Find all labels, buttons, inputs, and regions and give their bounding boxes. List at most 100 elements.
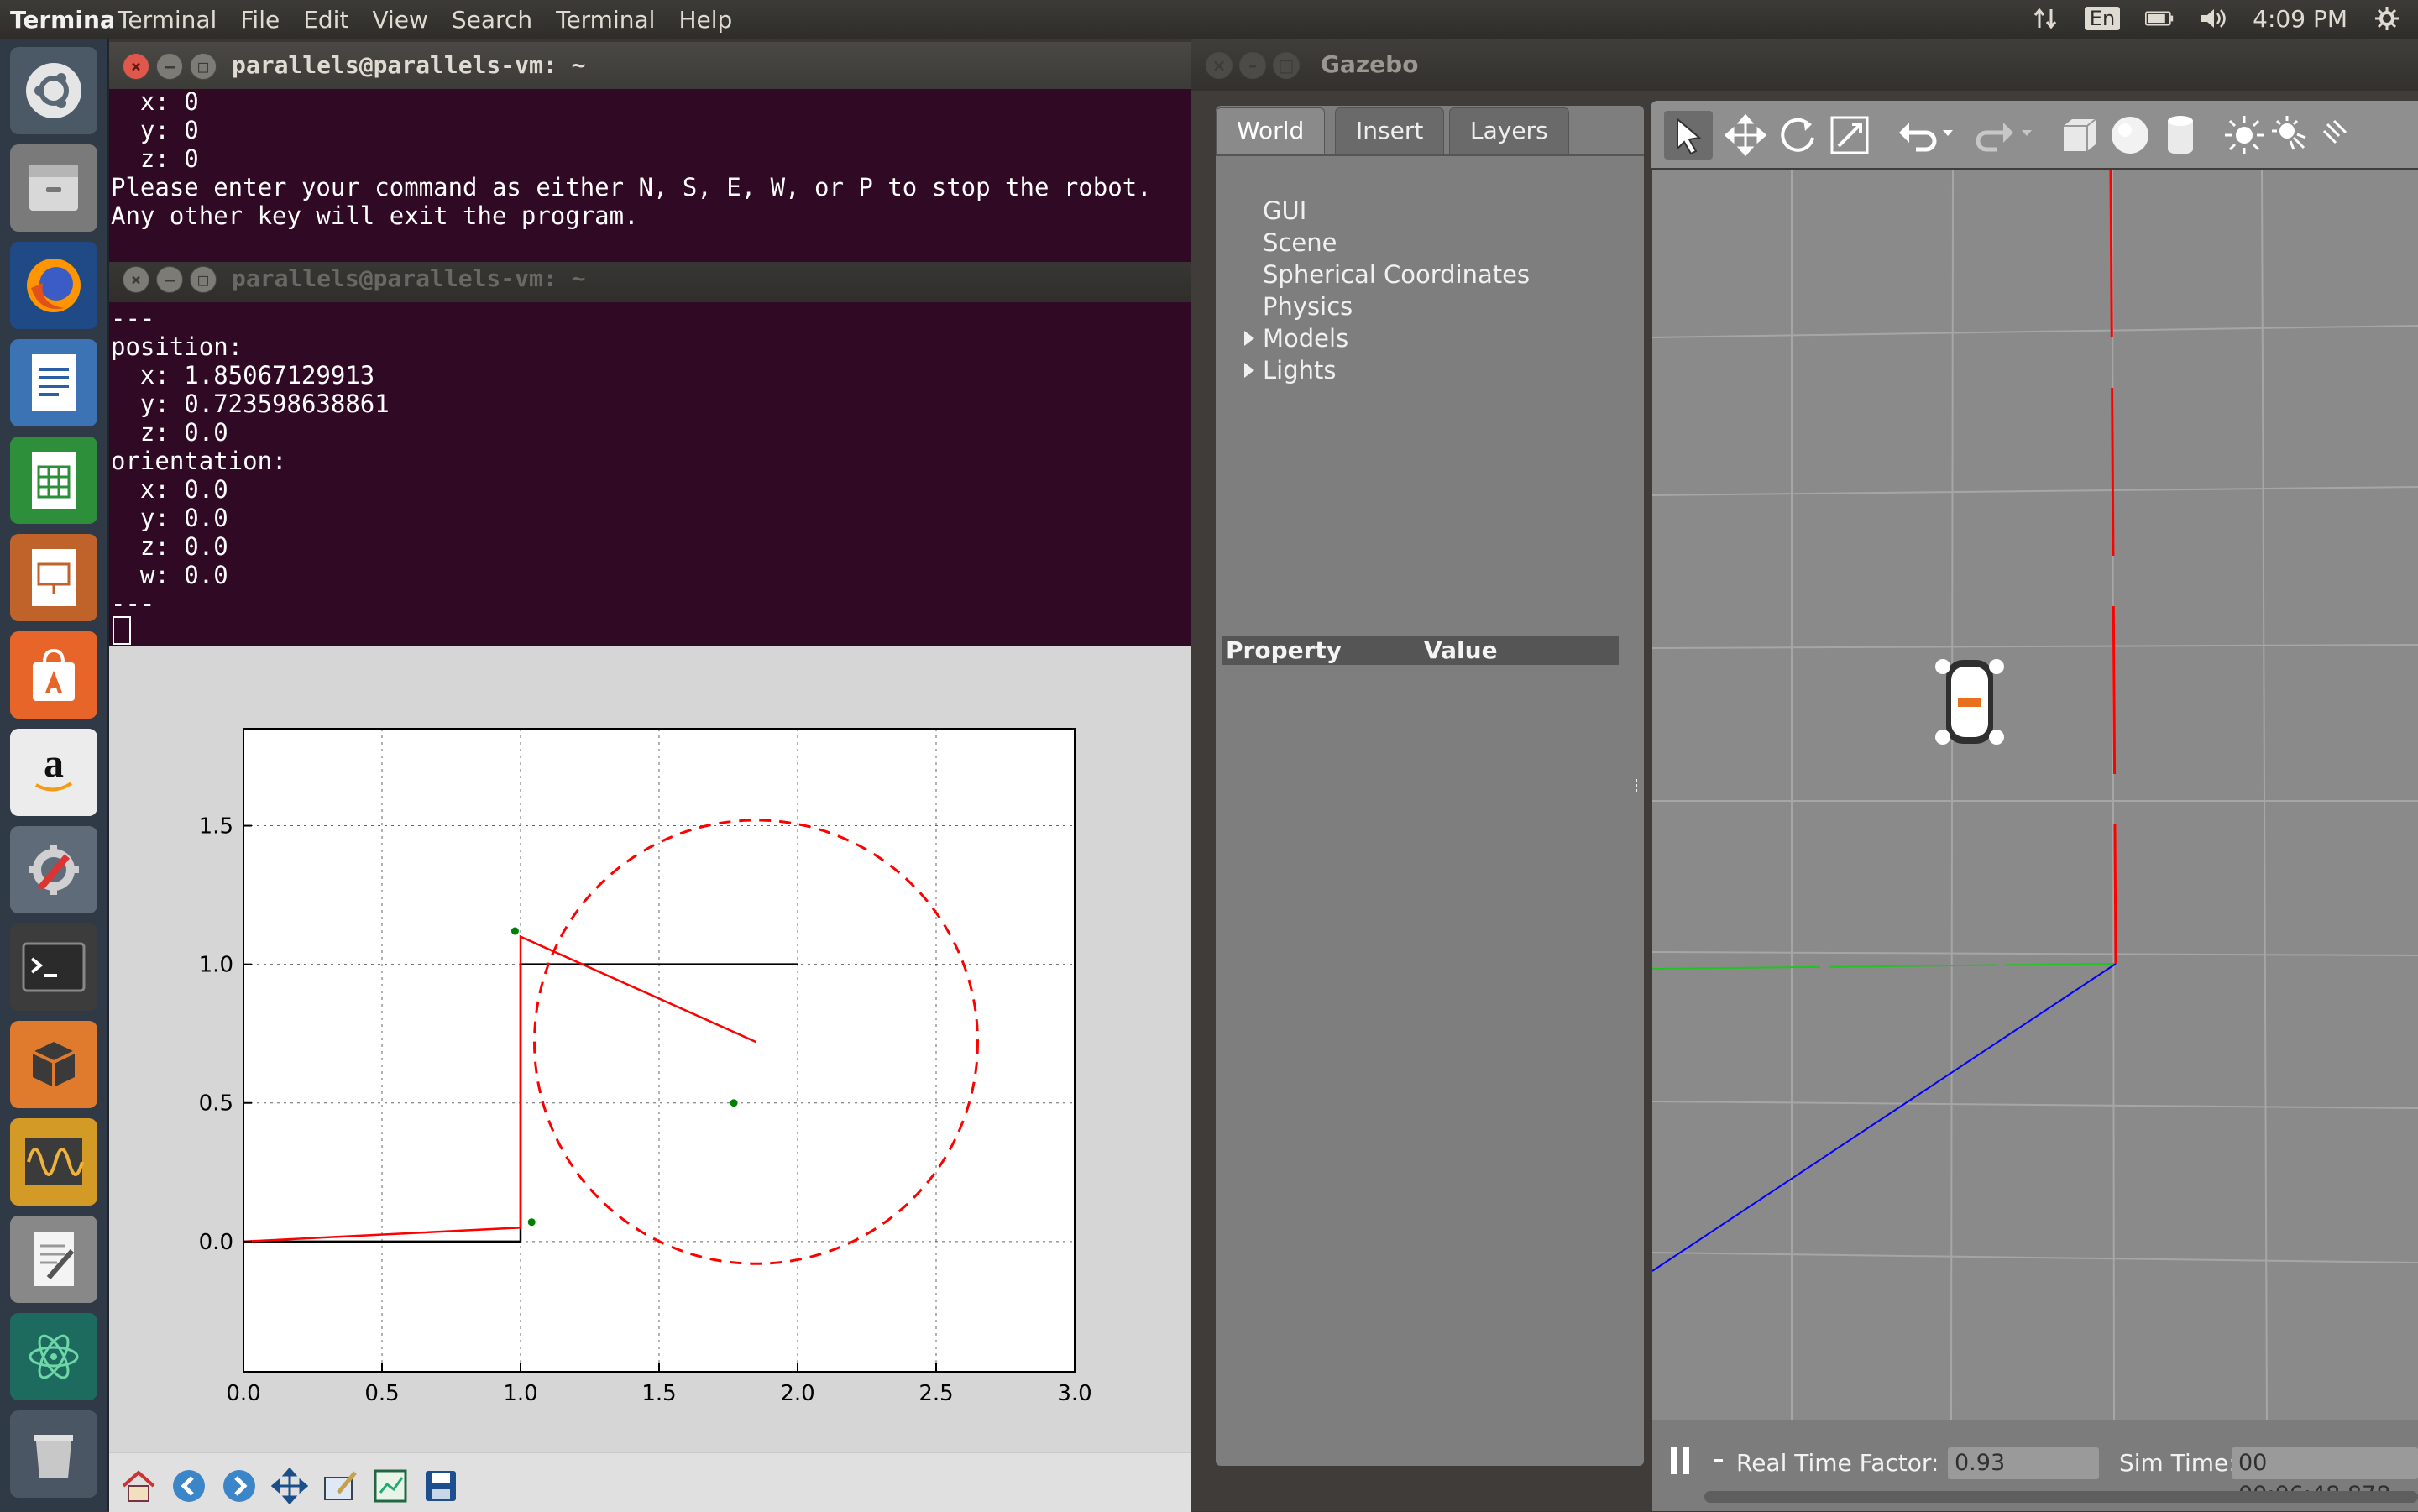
- calc-icon[interactable]: [10, 437, 97, 524]
- subplots-icon[interactable]: [369, 1465, 411, 1507]
- translate-mode-button[interactable]: [1723, 112, 1768, 161]
- gazebo-titlebar[interactable]: × – □ Gazebo: [1191, 39, 2418, 91]
- tab-divider: [1216, 154, 1644, 156]
- save-icon[interactable]: [420, 1465, 462, 1507]
- software-center-icon[interactable]: [10, 631, 97, 719]
- terminal-2-title: parallels@parallels-vm: ~: [232, 264, 586, 292]
- z-axis-line: [1652, 963, 2117, 1272]
- menu-terminal-2[interactable]: Terminal: [556, 6, 655, 34]
- maximize-icon[interactable]: □: [1273, 52, 1300, 79]
- firefox-icon[interactable]: [10, 242, 97, 329]
- menu-help[interactable]: Help: [678, 6, 732, 34]
- y-tick-label: 1.5: [199, 814, 233, 840]
- volume-icon[interactable]: [2199, 4, 2227, 33]
- clock[interactable]: 4:09 PM: [2253, 5, 2347, 33]
- menu-view[interactable]: View: [372, 6, 427, 34]
- point-light-icon[interactable]: [2269, 112, 2314, 161]
- value-column-header: Value: [1424, 636, 1498, 664]
- tree-item-physics[interactable]: Physics: [1263, 292, 1353, 321]
- expand-arrow-icon[interactable]: [1244, 331, 1254, 346]
- tab-layers[interactable]: Layers: [1449, 107, 1569, 154]
- terminal-icon[interactable]: [10, 923, 97, 1011]
- gazebo-toolbar: [1651, 101, 2418, 168]
- gazebo-3d-viewport[interactable]: [1652, 170, 2418, 1420]
- terminal-1-output: x: 0 y: 0 z: 0 Please enter your command…: [111, 87, 1152, 230]
- y-axis-line: [1652, 963, 2117, 970]
- tree-item-spherical-coordinates[interactable]: Spherical Coordinates: [1263, 260, 1530, 289]
- zoom-icon[interactable]: [319, 1465, 361, 1507]
- menu-edit[interactable]: Edit: [303, 6, 348, 34]
- x-tick-label: 1.5: [641, 1381, 676, 1406]
- sim-time-value: 00 00:06:48.878: [2232, 1447, 2418, 1508]
- menu-file[interactable]: File: [240, 6, 280, 34]
- box-app-icon[interactable]: [10, 1021, 97, 1108]
- real-time-factor-value: 0.93: [1948, 1447, 2099, 1479]
- rotate-mode-button[interactable]: [1775, 112, 1820, 161]
- select-mode-button[interactable]: [1664, 111, 1713, 160]
- close-icon[interactable]: ×: [123, 266, 149, 293]
- menu-terminal[interactable]: Terminal: [118, 6, 217, 34]
- terminal-1-titlebar[interactable]: × – □ parallels@parallels-vm: ~: [109, 42, 1216, 89]
- pause-button[interactable]: [1669, 1446, 1693, 1476]
- close-icon[interactable]: ×: [123, 53, 149, 80]
- sphere-shape-button[interactable]: [2107, 112, 2153, 161]
- minimize-icon[interactable]: –: [156, 53, 183, 80]
- maximize-icon[interactable]: □: [190, 266, 217, 293]
- spot-light-icon[interactable]: [2316, 112, 2361, 161]
- property-column-header: Property: [1226, 636, 1342, 664]
- terminal-window-1[interactable]: × – □ parallels@parallels-vm: ~ x: 0 y: …: [109, 42, 1216, 262]
- ubuntu-dash-icon[interactable]: [10, 47, 97, 134]
- cylinder-shape-button[interactable]: [2158, 112, 2203, 161]
- robot-model[interactable]: [1935, 659, 2004, 745]
- scale-mode-button[interactable]: [1827, 112, 1872, 161]
- gazebo-status-bar: Real Time Factor: 0.93 Sim Time: 00 00:0…: [1652, 1420, 2418, 1511]
- maximize-icon[interactable]: □: [190, 53, 217, 80]
- gazebo-window: × – □ Gazebo World Insert Layers GUI Sce…: [1191, 39, 2418, 1511]
- tree-item-models[interactable]: Models: [1244, 324, 1348, 353]
- forward-icon[interactable]: [218, 1465, 260, 1507]
- terminal-window-2[interactable]: × – □ parallels@parallels-vm: ~ --- posi…: [109, 255, 1201, 646]
- tree-item-gui[interactable]: GUI: [1263, 196, 1306, 225]
- battery-icon[interactable]: [2145, 4, 2174, 33]
- atom-icon[interactable]: [10, 1313, 97, 1400]
- minimize-icon[interactable]: –: [156, 266, 183, 293]
- active-app-name: Terminal: [10, 6, 113, 34]
- pan-icon[interactable]: [269, 1465, 311, 1507]
- minimize-icon[interactable]: –: [1239, 52, 1266, 79]
- undo-dropdown-icon[interactable]: [1941, 126, 1955, 142]
- terminal-1-title: parallels@parallels-vm: ~: [232, 51, 586, 79]
- network-icon[interactable]: [2031, 4, 2059, 33]
- redo-dropdown-icon[interactable]: [2020, 126, 2033, 142]
- close-icon[interactable]: ×: [1206, 52, 1233, 79]
- amazon-icon[interactable]: a: [10, 729, 97, 816]
- plot-window: 0.0 0.5 1.0 1.5 2.0 2.5 3.0 0.0 0.5 1.0 1.5: [109, 646, 1191, 1512]
- box-shape-button[interactable]: [2057, 112, 2102, 161]
- terminal-2-titlebar[interactable]: × – □ parallels@parallels-vm: ~: [109, 255, 1201, 302]
- text-editor-icon[interactable]: [10, 1216, 97, 1303]
- tree-item-scene[interactable]: Scene: [1263, 228, 1337, 257]
- back-icon[interactable]: [168, 1465, 210, 1507]
- gazebo-title: Gazebo: [1321, 50, 1419, 78]
- impress-icon[interactable]: [10, 534, 97, 621]
- keyboard-layout-indicator[interactable]: En: [2084, 7, 2121, 30]
- files-icon[interactable]: [10, 144, 97, 232]
- menu-search[interactable]: Search: [452, 6, 532, 34]
- sun-light-icon[interactable]: [2222, 112, 2267, 161]
- tree-item-lights[interactable]: Lights: [1244, 356, 1337, 385]
- home-icon[interactable]: [118, 1465, 160, 1507]
- tab-insert[interactable]: Insert: [1335, 107, 1445, 154]
- panel-splitter-handle[interactable]: [1634, 777, 1639, 794]
- horizontal-scrollbar[interactable]: [1704, 1491, 2418, 1503]
- tab-world[interactable]: World: [1216, 107, 1326, 154]
- gear-icon[interactable]: [2373, 4, 2401, 33]
- tree-item-lights-label: Lights: [1263, 356, 1337, 385]
- waveform-app-icon[interactable]: [10, 1118, 97, 1206]
- redo-button[interactable]: [1973, 112, 2018, 161]
- system-settings-icon[interactable]: [10, 826, 97, 913]
- x-tick-label: 2.0: [780, 1381, 814, 1406]
- trash-icon[interactable]: [10, 1410, 97, 1498]
- x-tick-label: 1.0: [503, 1381, 537, 1406]
- undo-button[interactable]: [1894, 112, 1939, 161]
- expand-arrow-icon[interactable]: [1244, 363, 1254, 378]
- writer-icon[interactable]: [10, 339, 97, 426]
